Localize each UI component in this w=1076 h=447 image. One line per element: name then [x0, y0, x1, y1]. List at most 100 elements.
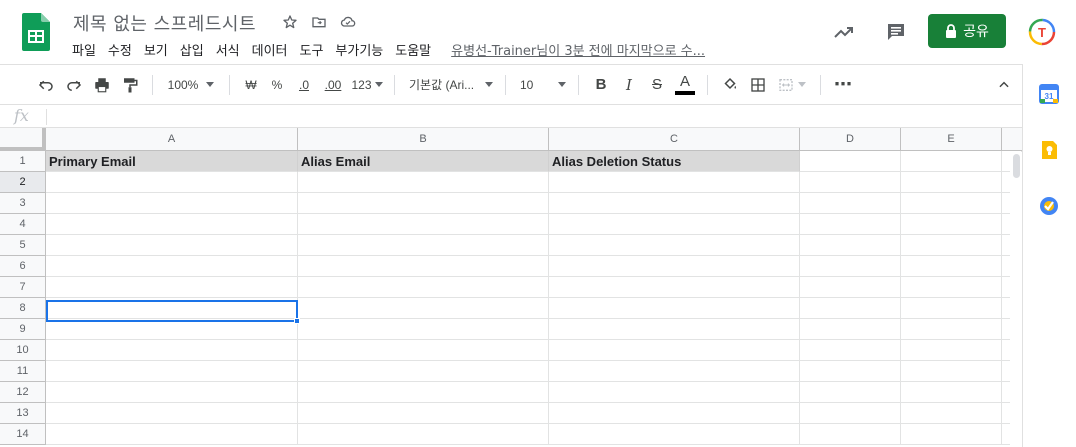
row-header-10[interactable]: 10 — [0, 340, 46, 361]
cell-a12[interactable] — [46, 382, 298, 403]
cell-e4[interactable] — [901, 214, 1002, 235]
cell-e9[interactable] — [901, 319, 1002, 340]
row-header-14[interactable]: 14 — [0, 424, 46, 445]
menu-help[interactable]: 도움말 — [389, 38, 437, 61]
menu-edit[interactable]: 수정 — [102, 38, 138, 61]
last-edit-link[interactable]: 유병선-Trainer님이 3분 전에 마지막으로 수... — [451, 40, 705, 59]
cell-b6[interactable] — [298, 256, 549, 277]
zoom-select[interactable]: 100% — [161, 71, 221, 99]
cell-b9[interactable] — [298, 319, 549, 340]
row-header-9[interactable]: 9 — [0, 319, 46, 340]
more-formats-select[interactable]: 123 — [348, 71, 386, 99]
cell-e13[interactable] — [901, 403, 1002, 424]
keep-icon[interactable] — [1039, 140, 1059, 160]
account-avatar[interactable]: T — [1028, 18, 1056, 46]
cell-b1[interactable]: Alias Email — [298, 151, 549, 172]
cell-b3[interactable] — [298, 193, 549, 214]
cell-c10[interactable] — [549, 340, 800, 361]
cell-c3[interactable] — [549, 193, 800, 214]
cell-c14[interactable] — [549, 424, 800, 445]
cell-a7[interactable] — [46, 277, 298, 298]
cell-b11[interactable] — [298, 361, 549, 382]
cell-b8[interactable] — [298, 298, 549, 319]
row-header-2[interactable]: 2 — [0, 172, 46, 193]
row-header-3[interactable]: 3 — [0, 193, 46, 214]
calendar-icon[interactable]: 31 — [1039, 84, 1059, 104]
cell-a11[interactable] — [46, 361, 298, 382]
cell-e1[interactable] — [901, 151, 1002, 172]
explore-trend-icon[interactable] — [832, 0, 856, 64]
cell-c12[interactable] — [549, 382, 800, 403]
tasks-icon[interactable] — [1039, 196, 1059, 216]
cell-e8[interactable] — [901, 298, 1002, 319]
cell-c4[interactable] — [549, 214, 800, 235]
row-header-8[interactable]: 8 — [0, 298, 46, 319]
select-all-corner[interactable] — [0, 128, 46, 151]
cell-e11[interactable] — [901, 361, 1002, 382]
cell-d14[interactable] — [800, 424, 901, 445]
menu-insert[interactable]: 삽입 — [174, 38, 210, 61]
column-header-a[interactable]: A — [46, 128, 298, 151]
row-header-11[interactable]: 11 — [0, 361, 46, 382]
cell-a4[interactable] — [46, 214, 298, 235]
cell-d8[interactable] — [800, 298, 901, 319]
cell-a1[interactable]: Primary Email — [46, 151, 298, 172]
borders-icon[interactable] — [744, 71, 772, 99]
cell-c5[interactable] — [549, 235, 800, 256]
comments-icon[interactable] — [884, 0, 908, 64]
cell-d5[interactable] — [800, 235, 901, 256]
cell-a2[interactable] — [46, 172, 298, 193]
menu-view[interactable]: 보기 — [138, 38, 174, 61]
menu-data[interactable]: 데이터 — [246, 38, 294, 61]
star-icon[interactable] — [280, 12, 300, 32]
cell-c11[interactable] — [549, 361, 800, 382]
cell-b12[interactable] — [298, 382, 549, 403]
column-header-f[interactable] — [1002, 128, 1022, 151]
row-header-13[interactable]: 13 — [0, 403, 46, 424]
cell-a3[interactable] — [46, 193, 298, 214]
cell-a10[interactable] — [46, 340, 298, 361]
cell-b4[interactable] — [298, 214, 549, 235]
row-header-4[interactable]: 4 — [0, 214, 46, 235]
cell-c2[interactable] — [549, 172, 800, 193]
redo-icon[interactable] — [60, 71, 88, 99]
cell-b5[interactable] — [298, 235, 549, 256]
cell-a8[interactable] — [46, 298, 298, 319]
cell-e14[interactable] — [901, 424, 1002, 445]
cell-a9[interactable] — [46, 319, 298, 340]
column-header-b[interactable]: B — [298, 128, 549, 151]
cell-b7[interactable] — [298, 277, 549, 298]
sheets-logo-icon[interactable] — [22, 13, 50, 51]
percent-format-button[interactable]: % — [264, 71, 290, 99]
cell-b2[interactable] — [298, 172, 549, 193]
font-size-select[interactable]: 10 — [514, 71, 570, 99]
cell-e12[interactable] — [901, 382, 1002, 403]
cloud-status-icon[interactable] — [338, 12, 358, 32]
cell-c8[interactable] — [549, 298, 800, 319]
menu-format[interactable]: 서식 — [210, 38, 246, 61]
strikethrough-button[interactable]: S — [643, 71, 671, 99]
text-color-button[interactable]: A — [671, 71, 699, 99]
fill-handle[interactable] — [294, 318, 300, 324]
menu-addons[interactable]: 부가기능 — [329, 38, 389, 61]
move-to-folder-icon[interactable] — [309, 12, 329, 32]
column-header-e[interactable]: E — [901, 128, 1002, 151]
cell-e5[interactable] — [901, 235, 1002, 256]
cell-e10[interactable] — [901, 340, 1002, 361]
collapse-toolbar-icon[interactable] — [992, 71, 1016, 99]
cell-c13[interactable] — [549, 403, 800, 424]
merge-cells-select[interactable] — [772, 71, 812, 99]
row-header-12[interactable]: 12 — [0, 382, 46, 403]
row-header-7[interactable]: 7 — [0, 277, 46, 298]
bold-button[interactable]: B — [587, 71, 615, 99]
cell-c9[interactable] — [549, 319, 800, 340]
cell-d10[interactable] — [800, 340, 901, 361]
increase-decimal-button[interactable]: .00 — [318, 71, 348, 99]
cell-a13[interactable] — [46, 403, 298, 424]
cell-d13[interactable] — [800, 403, 901, 424]
cell-c1[interactable]: Alias Deletion Status — [549, 151, 800, 172]
cell-d4[interactable] — [800, 214, 901, 235]
cell-e7[interactable] — [901, 277, 1002, 298]
undo-icon[interactable] — [32, 71, 60, 99]
scrollbar-thumb[interactable] — [1013, 154, 1020, 178]
